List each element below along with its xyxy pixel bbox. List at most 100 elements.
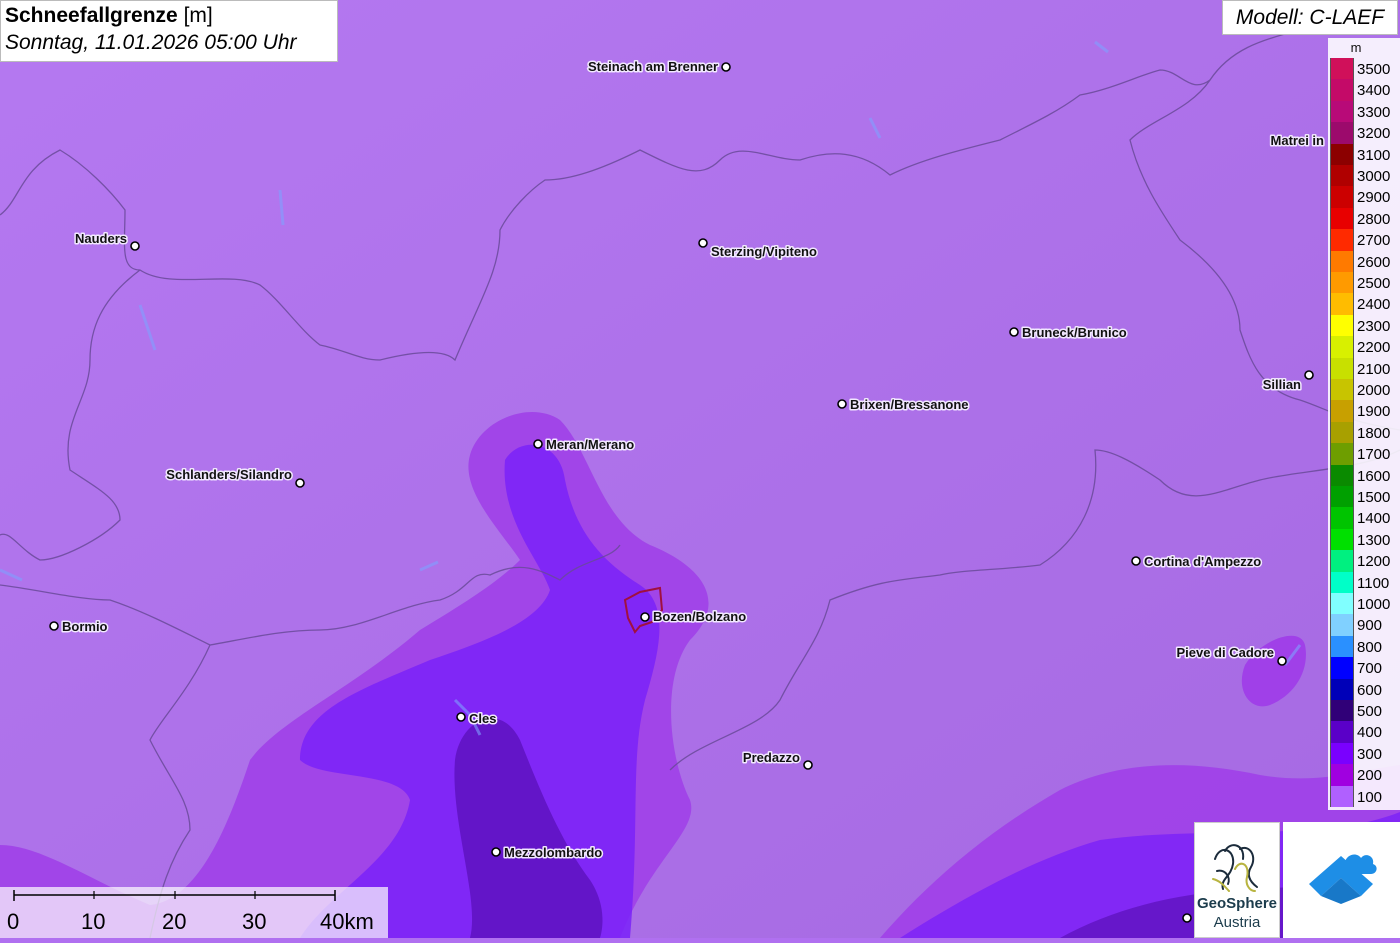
city-dot [1277, 656, 1287, 666]
legend-entry: 400 [1330, 721, 1400, 743]
scale-label-40km: 40km [320, 909, 374, 934]
legend-value: 2200 [1357, 339, 1391, 357]
legend-entry: 700 [1330, 657, 1400, 679]
city-steinach[interactable]: Steinach am Brenner [586, 58, 731, 76]
legend-entry: 2500 [1330, 272, 1400, 294]
legend-value: 2100 [1357, 360, 1391, 378]
map-title-unit: [m] [183, 4, 213, 27]
city-mezzolombardo[interactable]: Mezzolombardo [491, 844, 604, 862]
legend-swatch [1330, 785, 1354, 807]
legend-value: 200 [1357, 767, 1383, 785]
legend-value: 500 [1357, 703, 1383, 720]
city-dot [456, 712, 466, 722]
legend-swatch [1330, 100, 1354, 123]
legend-entry: 900 [1330, 614, 1400, 636]
cloud-arrow-icon [1309, 854, 1377, 904]
scale-label-30: 30 [242, 909, 267, 934]
legend-entry: 2100 [1330, 357, 1400, 379]
city-label: Steinach am Brenner [588, 59, 718, 74]
city-dot [295, 478, 305, 488]
city-dot [491, 847, 501, 857]
legend-value: 1300 [1357, 531, 1391, 549]
legend-swatch [1330, 336, 1354, 358]
legend-value: 1200 [1357, 553, 1391, 571]
city-dot [1304, 370, 1314, 380]
weather-app-logo[interactable] [1283, 822, 1400, 938]
legend-entry: 500 [1330, 700, 1400, 722]
legend-value: 3000 [1357, 168, 1391, 185]
legend-swatch [1330, 635, 1354, 658]
city-label: Meran/Merano [546, 437, 634, 452]
city-dot [1131, 556, 1141, 566]
city-label: Sterzing/Vipiteno [711, 244, 817, 259]
city-meran[interactable]: Meran/Merano [533, 436, 636, 454]
snowline-map[interactable]: Steinach am Brenner Nauders Sterzing/Vip… [0, 0, 1400, 938]
legend-entry: 2300 [1330, 314, 1400, 337]
city-bruneck[interactable]: Bruneck/Brunico [1009, 324, 1128, 342]
legend-swatch [1330, 593, 1354, 615]
legend-value: 900 [1357, 617, 1383, 635]
city-label: Matrei in [1271, 133, 1325, 148]
legend-value: 2500 [1357, 275, 1391, 292]
city-cortina[interactable]: Cortina d'Ampezzo [1131, 553, 1263, 571]
map-title-main: Schneefallgrenze [5, 4, 178, 27]
city-label: Predazzo [743, 750, 800, 765]
legend-value: 1400 [1357, 510, 1391, 528]
city-dot [49, 621, 59, 631]
legend-value: 1000 [1357, 596, 1391, 613]
city-matrei[interactable]: Matrei in [1269, 132, 1326, 150]
scale-label-0: 0 [7, 909, 20, 934]
legend-entry: 3100 [1330, 143, 1400, 165]
legend-entry: 600 [1330, 678, 1400, 700]
city-label: Schlanders/Silandro [166, 467, 292, 482]
legend-entry: 1500 [1330, 486, 1400, 508]
legend-unit: m [1350, 40, 1362, 55]
legend-value: 1900 [1357, 403, 1391, 421]
city-dot [837, 399, 847, 409]
city-brixen[interactable]: Brixen/Bressanone [837, 396, 970, 414]
city-dot [1009, 327, 1019, 337]
city-dot [533, 439, 543, 449]
geosphere-country: Austria [1213, 914, 1261, 931]
legend-value: 1800 [1357, 424, 1391, 442]
geosphere-emblem-icon [1212, 844, 1258, 892]
legend-entry: 3300 [1330, 100, 1400, 123]
legend-swatch [1330, 79, 1354, 101]
legend-swatch [1330, 528, 1354, 551]
legend-value: 1100 [1357, 574, 1390, 592]
legend-value: 300 [1357, 745, 1383, 763]
legend-swatch [1330, 678, 1354, 700]
scale-bar: 0 10 20 30 40km [0, 887, 388, 938]
legend-swatch [1330, 379, 1354, 401]
legend-value: 2600 [1357, 253, 1391, 271]
legend-value: 400 [1357, 724, 1383, 742]
legend-swatch [1330, 165, 1354, 187]
legend-entry: 1300 [1330, 528, 1400, 551]
city-label: Sillian [1263, 377, 1301, 392]
legend-entry: 2900 [1330, 186, 1400, 208]
city-label: Pieve di Cadore [1176, 645, 1274, 660]
legend-entry: 800 [1330, 635, 1400, 658]
legend-swatch [1330, 721, 1354, 743]
legend-swatch [1330, 186, 1354, 208]
legend-swatch [1330, 571, 1354, 593]
legend-value: 1500 [1357, 489, 1391, 506]
geosphere-name: GeoSphere [1196, 895, 1278, 912]
legend-value: 2700 [1357, 232, 1391, 250]
city-dot [721, 62, 731, 72]
city-label: Bormio [62, 619, 108, 634]
map-datetime: Sonntag, 11.01.2026 05:00 Uhr [5, 31, 297, 54]
legend-value: 3300 [1357, 103, 1391, 121]
city-bozen[interactable]: Bozen/Bolzano [640, 608, 748, 626]
legend-swatch [1330, 764, 1354, 786]
city-label: Cles [469, 711, 496, 726]
city-dot-unlabeled [1182, 913, 1192, 923]
geosphere-logo[interactable]: GeoSphere Austria [1194, 822, 1280, 938]
legend-entry: 2800 [1330, 207, 1400, 230]
legend-entry: 300 [1330, 742, 1400, 765]
legend-swatch [1330, 143, 1354, 165]
legend-swatch [1330, 250, 1354, 272]
legend-swatch [1330, 443, 1354, 465]
legend-swatch [1330, 657, 1354, 679]
legend-value: 2800 [1357, 210, 1391, 228]
